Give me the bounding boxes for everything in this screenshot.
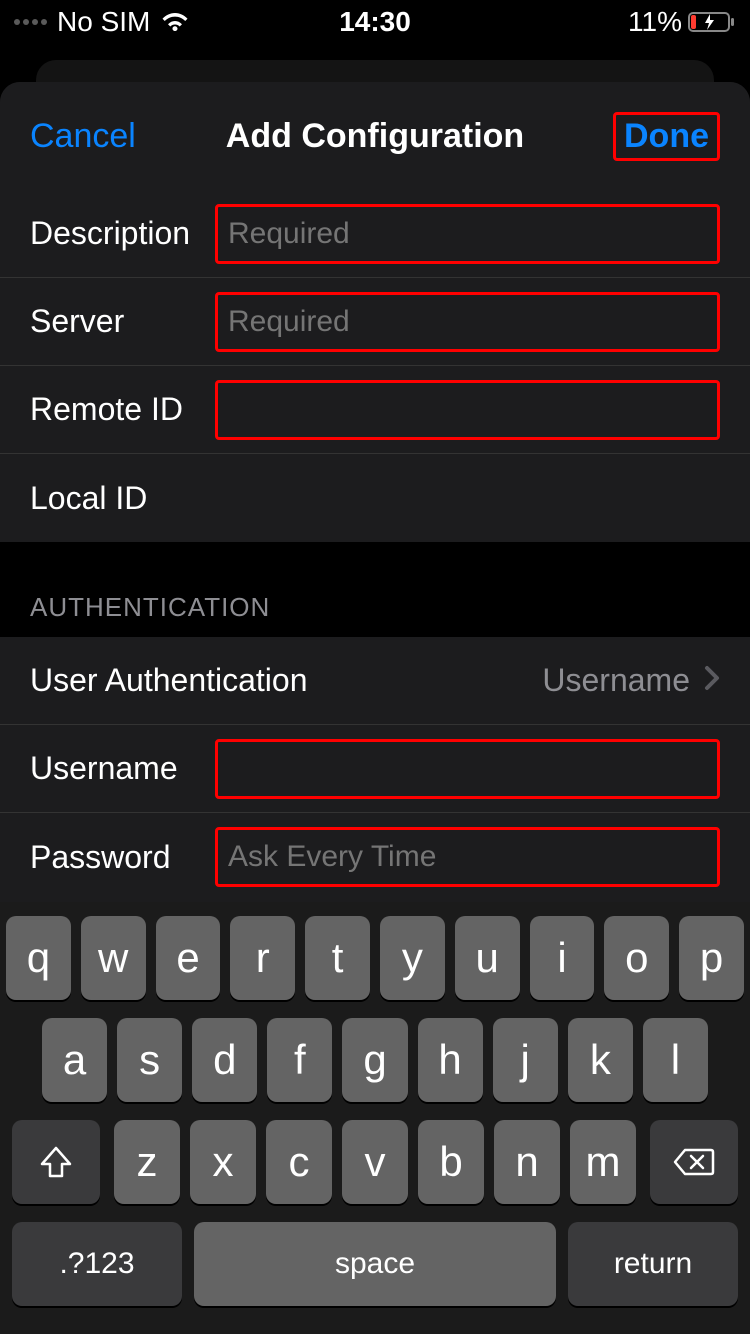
- key-g[interactable]: g: [342, 1018, 407, 1102]
- key-f[interactable]: f: [267, 1018, 332, 1102]
- key-l[interactable]: l: [643, 1018, 708, 1102]
- key-m[interactable]: m: [570, 1120, 636, 1204]
- key-h[interactable]: h: [418, 1018, 483, 1102]
- key-a[interactable]: a: [42, 1018, 107, 1102]
- numbers-key[interactable]: .?123: [12, 1222, 182, 1306]
- row-local-id: Local ID: [0, 454, 750, 542]
- keyboard-row-2: asdfghjkl: [6, 1018, 744, 1102]
- key-u[interactable]: u: [455, 916, 520, 1000]
- key-x[interactable]: x: [190, 1120, 256, 1204]
- description-input[interactable]: [215, 204, 720, 264]
- keyboard-row-4: .?123 space return: [6, 1222, 744, 1306]
- section-header-auth: AUTHENTICATION: [0, 542, 750, 637]
- cancel-button[interactable]: Cancel: [30, 117, 136, 156]
- shift-key[interactable]: [12, 1120, 100, 1204]
- password-input[interactable]: [215, 827, 720, 887]
- label-user-auth: User Authentication: [30, 662, 308, 699]
- row-server: Server: [0, 278, 750, 366]
- clock: 14:30: [339, 6, 411, 38]
- key-k[interactable]: k: [568, 1018, 633, 1102]
- local-id-input[interactable]: [215, 468, 720, 528]
- keyboard-row-1: qwertyuiop: [6, 916, 744, 1000]
- status-right: 11%: [628, 6, 736, 38]
- space-key[interactable]: space: [194, 1222, 556, 1306]
- key-y[interactable]: y: [380, 916, 445, 1000]
- row-password: Password: [0, 813, 750, 901]
- cellular-dots-icon: [14, 19, 47, 25]
- server-input[interactable]: [215, 292, 720, 352]
- label-description: Description: [30, 215, 215, 252]
- status-left: No SIM: [14, 6, 190, 38]
- backspace-key[interactable]: [650, 1120, 738, 1204]
- row-user-authentication[interactable]: User Authentication Username: [0, 637, 750, 725]
- key-v[interactable]: v: [342, 1120, 408, 1204]
- chevron-right-icon: [704, 662, 720, 699]
- user-auth-value-text: Username: [542, 662, 690, 699]
- nav-bar: Cancel Add Configuration Done: [0, 82, 750, 190]
- row-username: Username: [0, 725, 750, 813]
- done-button[interactable]: Done: [613, 112, 720, 161]
- key-c[interactable]: c: [266, 1120, 332, 1204]
- key-r[interactable]: r: [230, 916, 295, 1000]
- key-j[interactable]: j: [493, 1018, 558, 1102]
- label-local-id: Local ID: [30, 480, 215, 517]
- key-q[interactable]: q: [6, 916, 71, 1000]
- row-description: Description: [0, 190, 750, 278]
- key-s[interactable]: s: [117, 1018, 182, 1102]
- keyboard-row-3: zxcvbnm: [6, 1120, 744, 1204]
- label-password: Password: [30, 839, 215, 876]
- label-remote-id: Remote ID: [30, 391, 215, 428]
- key-e[interactable]: e: [156, 916, 221, 1000]
- page-title: Add Configuration: [226, 117, 524, 156]
- key-z[interactable]: z: [114, 1120, 180, 1204]
- key-b[interactable]: b: [418, 1120, 484, 1204]
- form-section-auth: User Authentication Username Username Pa…: [0, 637, 750, 901]
- label-server: Server: [30, 303, 215, 340]
- username-input[interactable]: [215, 739, 720, 799]
- key-d[interactable]: d: [192, 1018, 257, 1102]
- wifi-icon: [160, 11, 190, 33]
- key-i[interactable]: i: [530, 916, 595, 1000]
- battery-charging-icon: [688, 11, 736, 33]
- battery-percent: 11%: [628, 6, 682, 38]
- return-key[interactable]: return: [568, 1222, 738, 1306]
- key-w[interactable]: w: [81, 916, 146, 1000]
- key-n[interactable]: n: [494, 1120, 560, 1204]
- status-bar: No SIM 14:30 11%: [0, 0, 750, 44]
- label-username: Username: [30, 750, 215, 787]
- value-user-auth: Username: [542, 662, 720, 699]
- keyboard: qwertyuiop asdfghjkl zxcvbnm .?123 space…: [0, 902, 750, 1334]
- key-p[interactable]: p: [679, 916, 744, 1000]
- carrier-label: No SIM: [57, 6, 150, 38]
- row-remote-id: Remote ID: [0, 366, 750, 454]
- modal-sheet: Cancel Add Configuration Done Descriptio…: [0, 82, 750, 1334]
- key-t[interactable]: t: [305, 916, 370, 1000]
- key-o[interactable]: o: [604, 916, 669, 1000]
- form-section-main: Description Server Remote ID Local ID: [0, 190, 750, 542]
- remote-id-input[interactable]: [215, 380, 720, 440]
